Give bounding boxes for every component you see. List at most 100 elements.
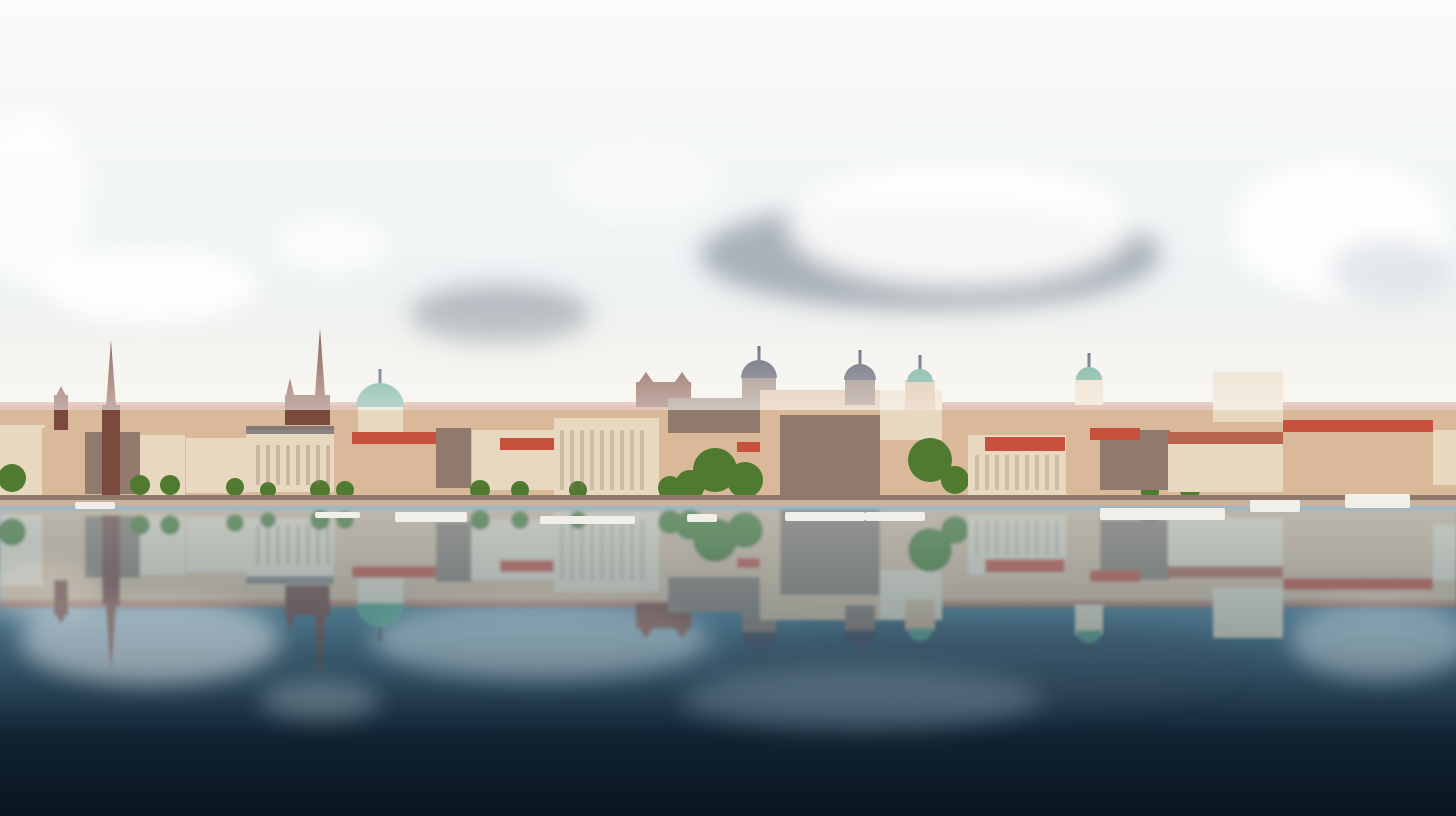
window-column [640,520,644,580]
building [285,585,330,615]
tree [511,511,529,529]
window-column [286,525,290,565]
roof [1168,566,1283,578]
building [1433,525,1456,580]
cloud-reflection [260,680,380,720]
window-column [1025,520,1029,555]
window-column [326,445,330,485]
red-roof [500,438,554,450]
window-column [256,445,260,485]
window-column [1035,520,1039,555]
cloud [1330,240,1450,300]
building [1213,588,1283,638]
window-column [610,430,614,490]
red-roof [1090,570,1140,582]
dome-lantern [1087,643,1091,657]
red-roof [985,559,1065,573]
window-column [286,445,290,485]
city-skyline-photo [0,0,1456,816]
dome-lantern [757,650,761,664]
window-column [640,430,644,490]
window-column [600,520,604,580]
cloud-reflection [680,670,1040,730]
window-column [570,430,574,490]
roof [1168,432,1283,444]
dome-lantern [918,641,922,655]
window-column [590,430,594,490]
building [436,428,471,488]
window-column [600,430,604,490]
window-column [1005,455,1009,490]
boat [687,514,717,522]
window-column [276,445,280,485]
window-column [1045,455,1049,490]
window-column [1005,520,1009,555]
building [352,440,436,492]
window-column [560,520,564,580]
window-column [630,430,634,490]
boat [315,512,360,518]
window-column [1015,520,1019,555]
roof [246,576,334,584]
window-column [1055,520,1059,555]
building [1433,430,1456,485]
window-column [620,430,624,490]
dome-lantern [378,627,382,641]
window-column [316,445,320,485]
window-column [580,520,584,580]
red-roof [352,566,436,578]
tree [226,514,244,532]
window-column [266,525,270,565]
window-column [1015,455,1019,490]
building [358,575,403,605]
building [436,522,471,582]
window-column [580,430,584,490]
boat [75,502,115,509]
tree [941,466,969,494]
window-column [296,445,300,485]
building [780,510,880,595]
tree [130,475,150,495]
window-column [570,520,574,580]
window-column [620,520,624,580]
building [780,415,880,500]
tree [470,510,490,530]
window-column [316,525,320,565]
red-roof [352,432,436,444]
window-column [975,455,979,490]
window-column [306,445,310,485]
building [1168,440,1283,492]
window-column [266,445,270,485]
boat [785,512,865,521]
window-column [610,520,614,580]
tree [226,478,244,496]
window-column [306,525,310,565]
building [1168,518,1283,570]
tree [160,475,180,495]
boat [1100,508,1225,520]
tree [727,462,763,498]
building [102,515,120,605]
window-column [326,525,330,565]
building [42,514,90,582]
window-column [276,525,280,565]
building [905,600,935,630]
tree [130,515,150,535]
window-column [1055,455,1059,490]
building [42,428,90,496]
window-column [560,430,564,490]
skyline-illustration [0,0,1456,816]
boat [865,512,925,521]
tree [941,516,969,544]
window-column [985,455,989,490]
tree [727,512,763,548]
dome-lantern [858,646,862,660]
boat [540,516,635,524]
building [54,580,68,615]
window-column [985,520,989,555]
window-column [995,520,999,555]
window-column [1035,455,1039,490]
boat [1250,500,1300,512]
window-column [995,455,999,490]
boat [395,512,467,522]
